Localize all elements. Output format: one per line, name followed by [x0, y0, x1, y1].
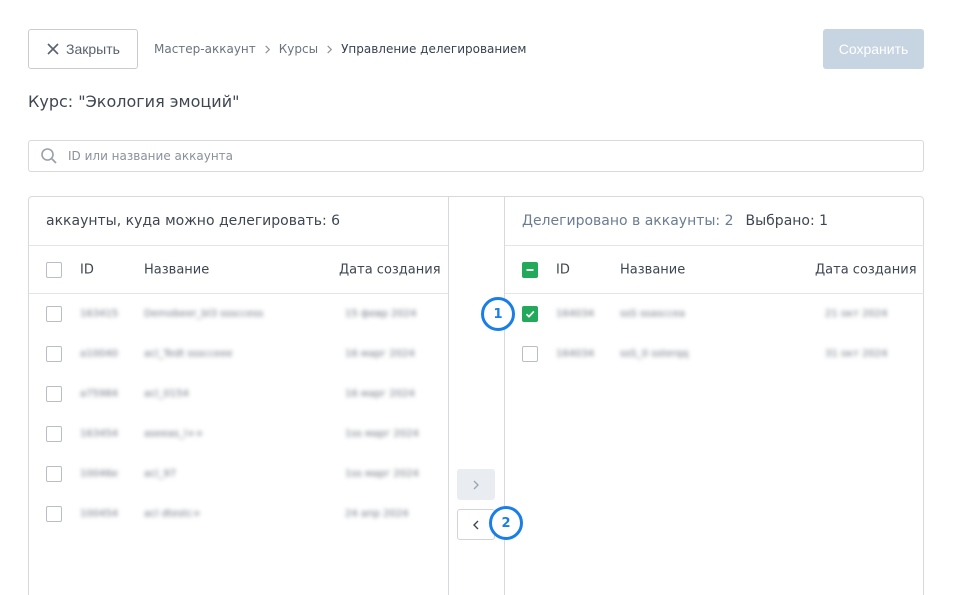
- row-checkbox[interactable]: [46, 386, 62, 402]
- chevron-right-icon: [325, 44, 334, 54]
- row-checkbox[interactable]: [522, 306, 538, 322]
- search-icon: [40, 147, 58, 165]
- row-id: 163454: [80, 428, 119, 440]
- table-row[interactable]: 163415 Demobeer_bl3 sssccess 15 февр 202…: [29, 294, 448, 334]
- minus-icon: [526, 268, 534, 271]
- row-checkbox[interactable]: [46, 506, 62, 522]
- table-row[interactable]: 163454 aseeas_l++ 1ss марг 2024: [29, 414, 448, 454]
- column-name: Название: [144, 262, 210, 277]
- annotation-marker-2: 2: [489, 506, 523, 540]
- column-date: Дата создания: [815, 262, 917, 277]
- row-name: ssS ssasccea: [620, 308, 685, 320]
- row-checkbox[interactable]: [46, 426, 62, 442]
- row-id: 100454: [80, 508, 119, 520]
- row-checkbox[interactable]: [46, 346, 62, 362]
- column-id: ID: [556, 262, 570, 277]
- row-checkbox[interactable]: [522, 346, 538, 362]
- select-all-checkbox[interactable]: [522, 261, 538, 278]
- row-checkbox[interactable]: [46, 306, 62, 322]
- available-accounts-panel: аккаунты, куда можно делегировать: 6 ID …: [29, 197, 449, 595]
- breadcrumb-item-current: Управление делегированием: [341, 42, 527, 56]
- row-date: 1ss марг 2024: [345, 468, 419, 480]
- delegated-accounts-title: Делегировано в аккаунты: 2: [522, 213, 734, 229]
- selected-count: Выбрано: 1: [745, 213, 829, 229]
- column-name: Название: [620, 262, 686, 277]
- row-date: 16 марг 2024: [345, 388, 415, 400]
- row-date: 15 февр 2024: [345, 308, 417, 320]
- row-id: 164034: [556, 308, 595, 320]
- close-button[interactable]: Закрыть: [28, 29, 138, 69]
- table-row[interactable]: a10040 acl_Tedt ssscceee 16 марг 2024: [29, 334, 448, 374]
- close-label: Закрыть: [66, 41, 120, 57]
- available-accounts-title: аккаунты, куда можно делегировать: 6: [29, 197, 448, 246]
- column-date: Дата создания: [339, 262, 441, 277]
- breadcrumb-item-master[interactable]: Мастер-аккаунт: [154, 42, 256, 56]
- delegated-accounts-header: Делегировано в аккаунты: 2 Выбрано: 1: [505, 197, 924, 246]
- row-checkbox[interactable]: [46, 466, 62, 482]
- table-row[interactable]: 10046e acl_97 1ss марг 2024: [29, 454, 448, 494]
- table-row[interactable]: 164034 ssS_0 ssterqq 31 окт 2024: [505, 334, 924, 374]
- row-id: a10040: [80, 348, 118, 360]
- select-all-checkbox[interactable]: [46, 261, 62, 278]
- row-date: 1ss марг 2024: [345, 428, 419, 440]
- table-header: ID Название Дата создания: [29, 246, 448, 294]
- delegated-accounts-panel: Делегировано в аккаунты: 2 Выбрано: 1 ID…: [504, 197, 924, 595]
- row-name: ssS_0 ssterqq: [620, 348, 689, 360]
- table-row[interactable]: 164034 ssS ssasccea 21 окт 2024: [505, 294, 924, 334]
- row-name: acl_0154: [144, 388, 189, 400]
- page-title: Курс: "Экология эмоций": [28, 92, 240, 111]
- row-date: 21 окт 2024: [825, 308, 888, 320]
- table-row[interactable]: a75984 acl_0154 16 марг 2024: [29, 374, 448, 414]
- breadcrumb-item-courses[interactable]: Курсы: [279, 42, 318, 56]
- move-right-button[interactable]: [457, 469, 495, 500]
- chevron-left-icon: [471, 520, 481, 530]
- chevron-right-icon: [263, 44, 272, 54]
- annotation-marker-1: 1: [481, 297, 515, 331]
- chevron-right-icon: [471, 480, 481, 490]
- row-date: 24 апр 2024: [345, 508, 409, 520]
- table-header: ID Название Дата создания: [505, 246, 924, 294]
- row-id: a75984: [80, 388, 118, 400]
- column-id: ID: [80, 262, 94, 277]
- row-name: aсl dtestc+: [144, 508, 202, 520]
- row-date: 16 марг 2024: [345, 348, 415, 360]
- row-name: Demobeer_bl3 sssccess: [144, 308, 264, 320]
- row-name: acl_97: [144, 468, 177, 480]
- breadcrumb: Мастер-аккаунт Курсы Управление делегиро…: [154, 40, 526, 58]
- close-icon: [46, 42, 60, 56]
- row-name: acl_Tedt ssscceee: [144, 348, 233, 360]
- row-id: 163415: [80, 308, 119, 320]
- row-id: 164034: [556, 348, 595, 360]
- table-row[interactable]: 100454 aсl dtestc+ 24 апр 2024: [29, 494, 448, 534]
- row-date: 31 окт 2024: [825, 348, 888, 360]
- transfer-list: аккаунты, куда можно делегировать: 6 ID …: [28, 196, 924, 595]
- search-box: [28, 140, 924, 172]
- row-id: 10046e: [80, 468, 118, 480]
- check-icon: [525, 310, 535, 318]
- save-button[interactable]: Сохранить: [823, 29, 924, 69]
- row-name: aseeas_l++: [144, 428, 204, 440]
- search-input[interactable]: [68, 143, 888, 169]
